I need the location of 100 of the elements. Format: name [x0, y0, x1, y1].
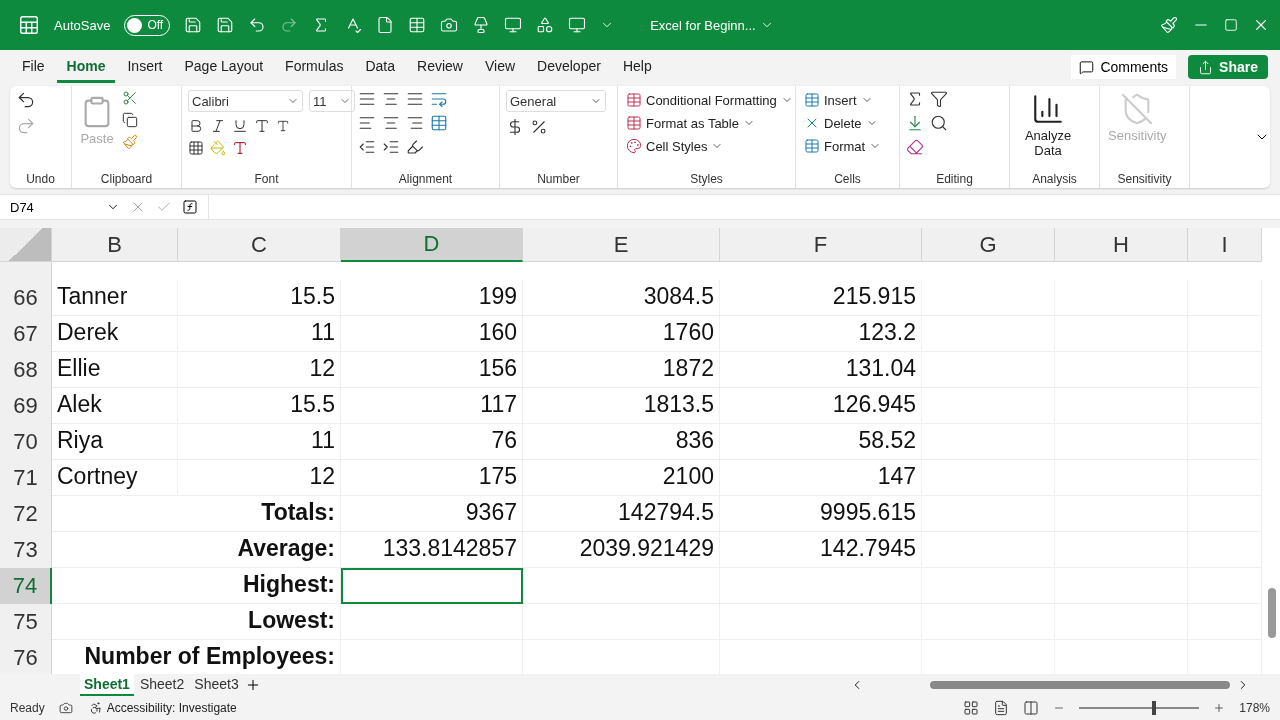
menu-tab[interactable]: Home [56, 51, 116, 83]
lamp-icon[interactable] [472, 16, 491, 34]
column-header[interactable]: D [341, 228, 523, 262]
menu-tab[interactable]: Page Layout [174, 51, 274, 83]
camera-icon[interactable] [440, 16, 459, 34]
align-top-icon[interactable] [358, 90, 376, 108]
number-format-field[interactable]: General [506, 90, 606, 112]
search-icon[interactable] [930, 114, 948, 132]
save-icon[interactable] [184, 16, 203, 34]
row-header[interactable]: 66 [0, 280, 52, 316]
menu-tab[interactable]: Insert [117, 51, 173, 83]
format-as-table-button[interactable]: Format as Table [624, 113, 795, 133]
fill-color-icon[interactable] [210, 140, 226, 156]
row-header[interactable]: 67 [0, 316, 52, 352]
function-icon[interactable] [182, 199, 198, 215]
format-cells-button[interactable]: Format [802, 136, 884, 156]
row-header[interactable]: 74 [0, 568, 52, 604]
sheet-tab[interactable]: Sheet1 [80, 674, 134, 696]
page-layout-icon[interactable] [993, 700, 1010, 716]
wrap-text-icon[interactable] [430, 90, 448, 108]
merge-icon[interactable] [430, 114, 448, 132]
pen-icon[interactable] [1160, 16, 1178, 34]
save-icon[interactable] [216, 16, 235, 34]
row-header[interactable]: 72 [0, 496, 52, 532]
accessibility-button[interactable]: Accessibility: Investigate [86, 699, 239, 717]
table-icon[interactable] [626, 92, 642, 108]
orientation-icon[interactable] [406, 138, 424, 156]
name-box[interactable]: D74 [10, 199, 120, 215]
row-header[interactable]: 73 [0, 532, 52, 568]
column-header[interactable]: F [720, 228, 922, 262]
restore-icon[interactable] [1224, 18, 1238, 32]
menu-tab[interactable]: View [474, 51, 526, 83]
page-break-icon[interactable] [1023, 700, 1040, 716]
menu-tab[interactable]: File [12, 51, 55, 83]
comment-icon[interactable] [1079, 59, 1095, 75]
active-cell[interactable] [341, 568, 523, 604]
table-icon[interactable] [804, 138, 820, 154]
font-size-field[interactable]: 11 [309, 90, 355, 112]
percent-icon[interactable] [530, 118, 548, 136]
bold-icon[interactable] [188, 118, 204, 134]
share-icon[interactable] [1198, 59, 1214, 75]
column-header[interactable]: G [922, 228, 1055, 262]
menu-tab[interactable]: Data [355, 51, 406, 83]
sort-filter-icon[interactable] [930, 90, 948, 108]
menu-tab[interactable]: Developer [527, 51, 611, 83]
conditional-formatting-button[interactable]: Conditional Formatting [624, 90, 795, 110]
document-title[interactable]: Excel for Beginn... [648, 15, 776, 35]
shapes-icon[interactable] [536, 16, 555, 34]
row-header[interactable]: 71 [0, 460, 52, 496]
chart-icon[interactable] [1031, 92, 1065, 126]
cell-styles-button[interactable]: Cell Styles [624, 136, 795, 156]
align-center-icon[interactable] [382, 114, 400, 132]
column-header[interactable]: E [523, 228, 720, 262]
scrollbar-thumb[interactable] [930, 681, 1230, 689]
comments-button[interactable]: Comments [1071, 55, 1177, 79]
indent-decrease-icon[interactable] [358, 138, 376, 156]
share-button[interactable]: Share [1188, 55, 1268, 79]
underline-icon[interactable] [232, 118, 248, 134]
column-header[interactable]: C [178, 228, 341, 262]
insert-cells-button[interactable]: Insert [802, 90, 884, 110]
undo-icon[interactable] [16, 90, 36, 110]
align-left-icon[interactable] [358, 114, 376, 132]
align-bottom-icon[interactable] [406, 90, 424, 108]
copy-icon[interactable] [122, 112, 138, 128]
row-header[interactable]: 76 [0, 640, 52, 674]
spreadsheet-logo-icon[interactable] [18, 14, 40, 36]
menu-tab[interactable]: Help [612, 51, 662, 83]
zoom-in-icon[interactable] [1213, 702, 1226, 714]
table-icon[interactable] [804, 92, 820, 108]
row-header[interactable]: 75 [0, 604, 52, 640]
row-header[interactable]: 69 [0, 388, 52, 424]
align-right-icon[interactable] [406, 114, 424, 132]
palette-icon[interactable] [626, 138, 642, 154]
grow-font-icon[interactable] [254, 118, 270, 134]
delete-cells-button[interactable]: Delete [802, 113, 884, 133]
borders-icon[interactable] [188, 140, 204, 156]
cut-icon[interactable] [122, 90, 138, 106]
monitor-icon[interactable] [568, 16, 587, 34]
fill-down-icon[interactable] [906, 114, 924, 132]
row-header[interactable]: 68 [0, 352, 52, 388]
font-color-icon[interactable] [232, 140, 248, 156]
sheet-tab[interactable]: Sheet3 [190, 674, 243, 696]
table-icon[interactable] [626, 115, 642, 131]
analyze-data-button[interactable]: Analyze Data [1016, 90, 1080, 160]
indent-increase-icon[interactable] [382, 138, 400, 156]
scrollbar-thumb[interactable] [1268, 588, 1276, 638]
slider-thumb[interactable] [1151, 701, 1156, 715]
monitor-icon[interactable] [504, 16, 523, 34]
row-header[interactable]: 70 [0, 424, 52, 460]
document-icon[interactable] [376, 16, 395, 34]
font-name-field[interactable]: Calibri [188, 90, 303, 112]
accessibility-icon[interactable] [88, 701, 103, 715]
normal-view-icon[interactable] [963, 700, 980, 716]
paintbrush-icon[interactable] [122, 134, 138, 150]
eraser-icon[interactable] [906, 138, 924, 156]
column-header[interactable]: I [1188, 228, 1262, 262]
menu-tab[interactable]: Formulas [275, 51, 354, 83]
macro-icon[interactable] [58, 701, 73, 715]
shrink-font-icon[interactable] [276, 119, 290, 133]
column-header[interactable]: B [52, 228, 178, 262]
